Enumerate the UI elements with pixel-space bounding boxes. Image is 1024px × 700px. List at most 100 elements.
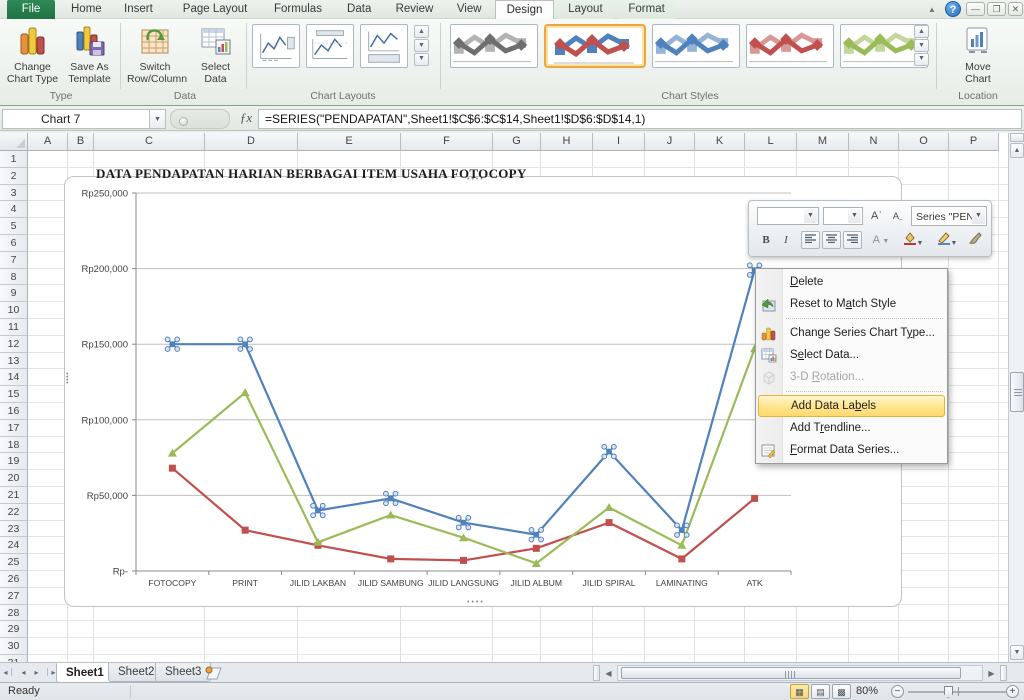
chart-grip-left-icon[interactable]: • • • • [66, 371, 72, 387]
row-header-10[interactable]: 10 [0, 302, 28, 319]
row-header-15[interactable]: 15 [0, 386, 28, 403]
chart-element-combo[interactable]: Series "PENDAP ▼ [911, 206, 987, 226]
tab-scrollbar-splitter-left[interactable] [593, 665, 600, 681]
save-as-template-button[interactable]: Save As Template [62, 22, 117, 88]
tab-insert[interactable]: Insert [109, 0, 168, 19]
minimize-icon[interactable]: — [966, 2, 985, 16]
row-header-17[interactable]: 17 [0, 419, 28, 437]
row-header-5[interactable]: 5 [0, 218, 28, 235]
font-color-dropdown-icon[interactable]: ▼ [882, 238, 889, 245]
font-name-dropdown-icon[interactable]: ▼ [804, 209, 817, 223]
row-header-21[interactable]: 21 [0, 487, 28, 504]
font-size-dropdown-icon[interactable]: ▼ [848, 209, 861, 223]
menu-item-add-trendline[interactable]: Add Trendline... [756, 417, 947, 439]
select-all-corner[interactable] [0, 133, 28, 151]
insert-worksheet-tab[interactable] [203, 666, 227, 681]
row-header-12[interactable]: 12 [0, 335, 28, 353]
menu-item-delete[interactable]: Delete [756, 271, 947, 293]
collapse-ribbon-icon[interactable]: ▲ [925, 4, 939, 15]
zoom-in-icon[interactable]: + [1006, 685, 1019, 698]
chart-style-option-1[interactable] [450, 24, 538, 68]
grow-font-button[interactable]: Aʾ [867, 207, 886, 225]
layouts-more-icon[interactable]: ▼ [414, 53, 429, 66]
horizontal-scroll-thumb[interactable] [621, 667, 961, 679]
styles-scroll-up-icon[interactable]: ▲ [914, 25, 929, 38]
shrink-font-button[interactable]: Aˍ [888, 207, 907, 225]
previous-sheet-icon[interactable]: ◂ [17, 666, 30, 680]
chart-grip-bottom-icon[interactable]: •••• [467, 599, 485, 606]
name-box[interactable]: Chart 7 [2, 109, 150, 129]
fill-color-button[interactable]: ▼ [898, 231, 928, 249]
chart-style-option-2[interactable] [544, 24, 646, 68]
row-header-24[interactable]: 24 [0, 537, 28, 555]
align-right-button[interactable] [843, 231, 862, 249]
layouts-scroll-up-icon[interactable]: ▲ [414, 25, 429, 38]
tab-data[interactable]: Data [336, 0, 383, 19]
tab-layout[interactable]: Layout [555, 0, 615, 19]
column-header-I[interactable]: I [593, 133, 645, 151]
first-sheet-icon[interactable]: ◂｜ [3, 666, 16, 680]
chart-element-dropdown-icon[interactable]: ▼ [972, 208, 985, 224]
column-header-M[interactable]: M [797, 133, 849, 151]
row-header-23[interactable]: 23 [0, 520, 28, 538]
chart-style-option-3[interactable] [652, 24, 740, 68]
tab-scrollbar-splitter-right[interactable] [1000, 665, 1007, 681]
column-header-C[interactable]: C [94, 133, 205, 151]
tab-view[interactable]: View [446, 0, 493, 19]
help-icon[interactable]: ? [945, 1, 961, 17]
chart-style-option-4[interactable] [746, 24, 834, 68]
italic-button[interactable]: I [777, 231, 795, 249]
vertical-split-handle[interactable] [1010, 133, 1024, 142]
align-left-button[interactable] [801, 231, 820, 249]
chart-layout-option-3[interactable] [360, 24, 408, 68]
row-header-2[interactable]: 2 [0, 167, 28, 185]
column-header-N[interactable]: N [849, 133, 899, 151]
tab-page-layout[interactable]: Page Layout [170, 0, 260, 19]
column-header-F[interactable]: F [401, 133, 493, 151]
zoom-slider-handle[interactable] [944, 686, 953, 698]
align-center-button[interactable] [822, 231, 841, 249]
menu-item-select-data[interactable]: Select Data... [756, 344, 947, 366]
column-header-O[interactable]: O [899, 133, 949, 151]
row-header-18[interactable]: 18 [0, 436, 28, 454]
outline-color-dropdown-icon[interactable]: ▼ [951, 240, 958, 247]
row-header-11[interactable]: 11 [0, 319, 28, 336]
row-header-29[interactable]: 29 [0, 621, 28, 639]
scroll-down-icon[interactable]: ▼ [1010, 645, 1024, 660]
font-size-combo[interactable]: ▼ [823, 207, 863, 225]
formula-bar-splitter[interactable] [170, 109, 230, 129]
styles-more-icon[interactable]: ▼ [914, 53, 929, 66]
vertical-scroll-thumb[interactable] [1010, 372, 1024, 412]
row-header-8[interactable]: 8 [0, 268, 28, 286]
row-header-20[interactable]: 20 [0, 470, 28, 487]
menu-item-add-data-labels[interactable]: Add Data Labels [758, 395, 945, 417]
styles-scroll-down-icon[interactable]: ▼ [914, 39, 929, 52]
formula-input[interactable]: =SERIES("PENDAPATAN",Sheet1!$C$6:$C$14,S… [258, 109, 1022, 129]
menu-item-format-data-series[interactable]: Format Data Series... [756, 439, 947, 461]
tab-design[interactable]: Design [494, 0, 554, 19]
page-break-view-button[interactable]: ▩ [832, 684, 851, 699]
column-header-K[interactable]: K [695, 133, 745, 151]
normal-view-button[interactable]: ▦ [790, 684, 809, 699]
row-header-31[interactable]: 31 [0, 655, 28, 662]
restore-icon[interactable]: ❐ [987, 2, 1006, 16]
row-header-3[interactable]: 3 [0, 184, 28, 202]
file-tab[interactable]: File [7, 0, 55, 19]
column-header-J[interactable]: J [645, 133, 695, 151]
row-header-7[interactable]: 7 [0, 251, 28, 269]
tab-format[interactable]: Format [617, 0, 677, 19]
column-header-A[interactable]: A [28, 133, 68, 151]
row-header-1[interactable]: 1 [0, 151, 28, 168]
fill-color-dropdown-icon[interactable]: ▼ [917, 240, 924, 247]
menu-item-reset-to-match-style[interactable]: Reset to Match Style [756, 293, 947, 315]
column-header-L[interactable]: L [745, 133, 797, 151]
next-sheet-icon[interactable]: ▸ [30, 666, 43, 680]
menu-item-change-series-chart-type[interactable]: Change Series Chart Type... [756, 322, 947, 344]
name-box-dropdown-icon[interactable]: ▼ [150, 109, 166, 129]
switch-row-column-button[interactable]: Switch Row/Column [126, 22, 187, 88]
scroll-up-icon[interactable]: ▲ [1010, 143, 1024, 158]
font-color-button[interactable]: A ▼ [868, 231, 894, 249]
column-header-G[interactable]: G [493, 133, 541, 151]
format-painter-button[interactable] [966, 231, 986, 249]
hscroll-left-icon[interactable]: ◀ [602, 667, 615, 681]
